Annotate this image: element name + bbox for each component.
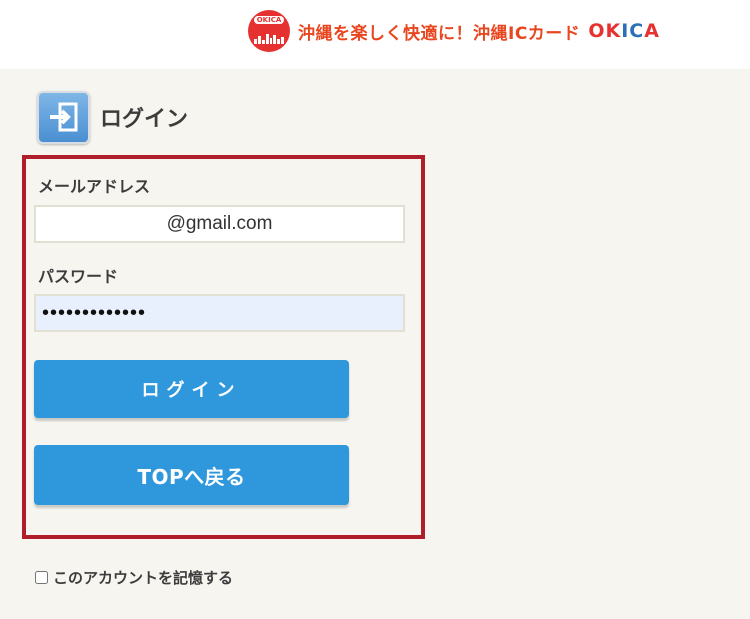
brand-banner[interactable]: OKICA 沖縄を楽しく快適に！沖縄ICカード OKICA (248, 10, 660, 52)
remember-account: このアカウントを記憶する (35, 567, 233, 588)
page-title: ログイン (100, 107, 189, 132)
remember-label[interactable]: このアカウントを記憶する (53, 567, 233, 588)
password-field[interactable] (34, 294, 405, 332)
okica-wordmark: OKICA (588, 20, 660, 42)
site-header: OKICA 沖縄を楽しく快適に！沖縄ICカード OKICA (0, 0, 750, 69)
login-button[interactable]: ログイン (34, 360, 349, 418)
login-door-icon (37, 90, 90, 144)
remember-checkbox[interactable] (35, 571, 48, 584)
email-label: メールアドレス (38, 177, 151, 196)
password-label: パスワード (38, 267, 119, 286)
skyline-icon (254, 34, 284, 44)
header-tagline: 沖縄を楽しく快適に！沖縄ICカード (298, 23, 581, 44)
email-field[interactable] (34, 205, 405, 243)
page-title-row: ログイン (37, 90, 188, 144)
logo-mini-text: OKICA (253, 16, 285, 24)
okica-logo: OKICA (248, 10, 290, 52)
back-to-top-button[interactable]: TOPへ戻る (34, 445, 349, 505)
login-form: メールアドレス パスワード ログイン TOPへ戻る (22, 155, 425, 539)
